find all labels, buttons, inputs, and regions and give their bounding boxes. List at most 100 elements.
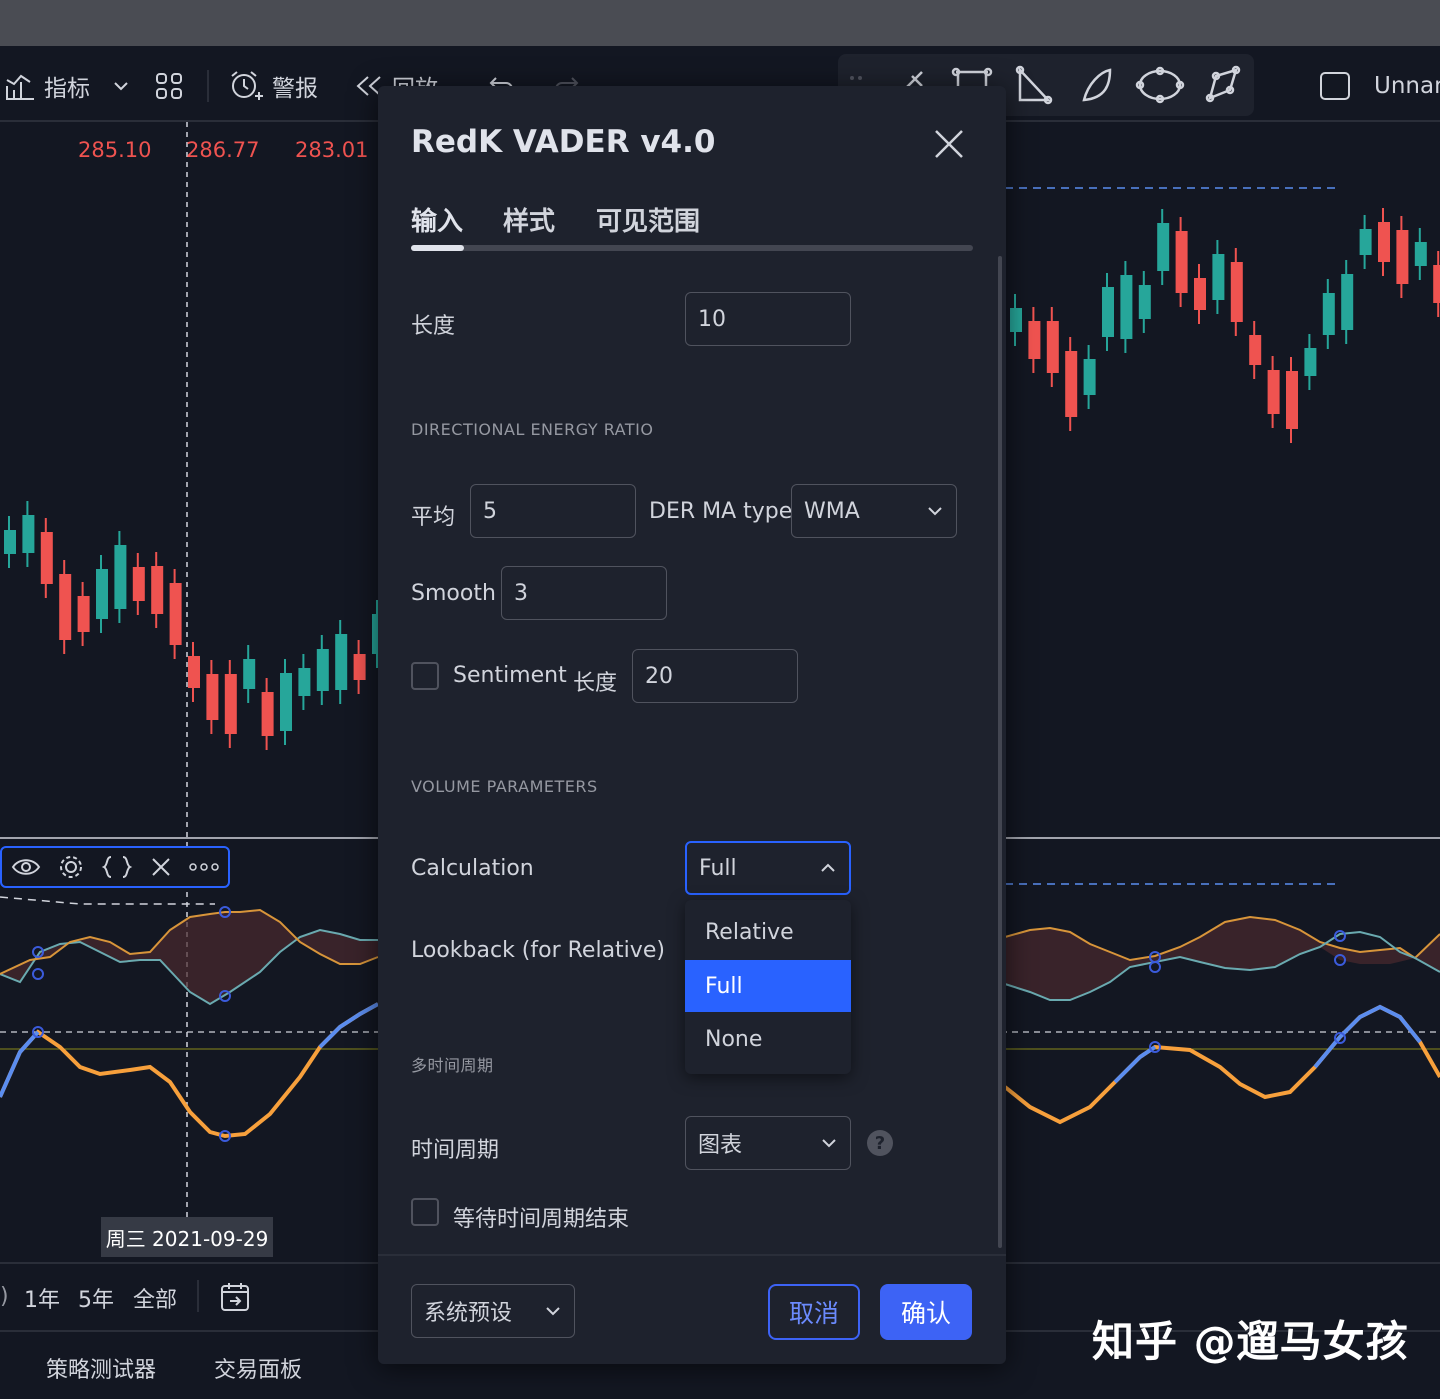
der-ma-type-value: WMA [804,498,860,524]
gear-icon[interactable] [58,854,84,880]
option-relative[interactable]: Relative [685,906,851,958]
alert-label: 警报 [272,76,318,102]
dialog-scrollbar[interactable] [998,256,1002,1248]
watermark: 知乎 @遛马女孩 [1092,1317,1409,1366]
indicators-dropdown[interactable] [112,66,130,106]
candle-body [1157,223,1170,271]
dialog-tabs: 输入 样式 可见范围 [411,201,973,253]
ok-button[interactable]: 确认 [880,1284,972,1340]
range-measure-icon[interactable] [951,67,993,86]
candle-body [280,673,292,731]
candle-body [243,659,256,689]
section-directional-energy: DIRECTIONAL ENERGY RATIO [411,420,654,439]
indicators-label: 指标 [44,76,90,102]
cancel-button[interactable]: 取消 [768,1284,860,1340]
chevron-down-icon [546,1307,560,1316]
alarm-add-icon [231,71,263,100]
eye-icon[interactable] [11,856,41,878]
active-tab-indicator [411,245,464,251]
lookback-label: Lookback (for Relative) [411,938,665,963]
timeframe-select[interactable]: 图表 [685,1116,851,1170]
der-ma-type-label: DER MA type [649,499,793,524]
layout-button[interactable]: Unnam [1318,66,1440,106]
curve-tool-icon[interactable] [1082,68,1112,102]
candle-body [1065,351,1078,417]
sentiment-length-input[interactable]: 20 [632,649,798,703]
indicators-icon [6,74,34,100]
defaults-label: 系统预设 [424,1301,513,1326]
close-icon[interactable] [150,856,172,878]
range-all[interactable]: 全部 [133,1282,177,1314]
dialog-footer: 系统预设 取消 确认 [378,1254,1006,1366]
length-label: 长度 [411,314,456,339]
range-5y[interactable]: 5年 [78,1282,114,1314]
candle-body [1396,230,1409,284]
candle-body [298,668,311,696]
tab-visibility[interactable]: 可见范围 [596,201,700,238]
candle-body [169,583,182,645]
ellipse-tool-icon[interactable] [1135,66,1185,104]
help-icon[interactable]: ? [867,1130,893,1156]
option-none[interactable]: None [685,1013,851,1065]
candle-body [132,567,145,601]
timeframe-value: 图表 [698,1133,743,1158]
indicators-button[interactable]: 指标 [4,66,90,106]
layout-square-icon [1320,72,1350,100]
grid-icon [156,73,182,99]
candle-body [1359,229,1372,255]
calculation-select[interactable]: Full [685,841,851,895]
defaults-button[interactable]: 系统预设 [411,1284,575,1338]
range-more-glyph: ) [0,1284,9,1309]
candle-body [188,656,200,688]
candle-body [22,515,35,553]
templates-button[interactable] [154,66,184,106]
candle-body [59,574,72,640]
candle-body [1286,371,1298,429]
candle-body [1378,222,1390,262]
candle-body [1249,335,1262,365]
close-icon[interactable] [931,126,967,162]
chevron-down-icon [114,82,128,91]
candle-body [40,532,53,584]
timeframe-label: 时间周期 [411,1138,500,1163]
candle-body [1304,348,1317,376]
candle-body [1175,231,1188,293]
path-tool-icon[interactable] [1205,65,1241,103]
range-1y[interactable]: 1年 [24,1282,60,1314]
chevron-up-icon [821,863,835,872]
candle-body [316,649,329,691]
wait-close-checkbox[interactable] [411,1198,439,1226]
candle-body [1230,262,1243,322]
candle-body [1322,293,1335,335]
more-icon[interactable] [189,862,220,872]
alert-button[interactable]: 警报 [228,66,318,106]
candle-body [77,596,90,632]
trading-panel-tab[interactable]: 交易面板 [214,1352,302,1384]
candle-body [335,634,348,690]
smooth-input[interactable]: 3 [501,566,667,620]
option-full[interactable]: Full [685,960,851,1012]
angle-tool-icon[interactable] [1015,65,1053,105]
layout-name: Unnam [1374,73,1440,99]
candle-body [1046,321,1059,373]
section-multi-timeframe: 多时间周期 [411,1056,494,1075]
candle-body [224,674,237,734]
source-code-icon[interactable] [101,854,133,880]
tab-inputs[interactable]: 输入 [411,201,463,238]
candle-body [353,654,366,680]
length-input[interactable]: 10 [685,292,851,346]
average-label: 平均 [411,505,456,530]
tab-style[interactable]: 样式 [503,201,555,238]
der-ma-type-select[interactable]: WMA [791,484,957,538]
candle-body [1010,308,1022,332]
candle-body [1194,278,1206,310]
chevron-down-icon [822,1139,836,1148]
candle-body [151,566,164,614]
average-input[interactable]: 5 [470,484,636,538]
chevron-down-icon [928,507,942,516]
go-to-date-icon[interactable] [218,1280,252,1314]
sentiment-checkbox[interactable] [411,662,439,690]
candle-body [96,569,108,619]
top-strip [0,0,1440,46]
strategy-tester-tab[interactable]: 策略测试器 [46,1352,156,1384]
